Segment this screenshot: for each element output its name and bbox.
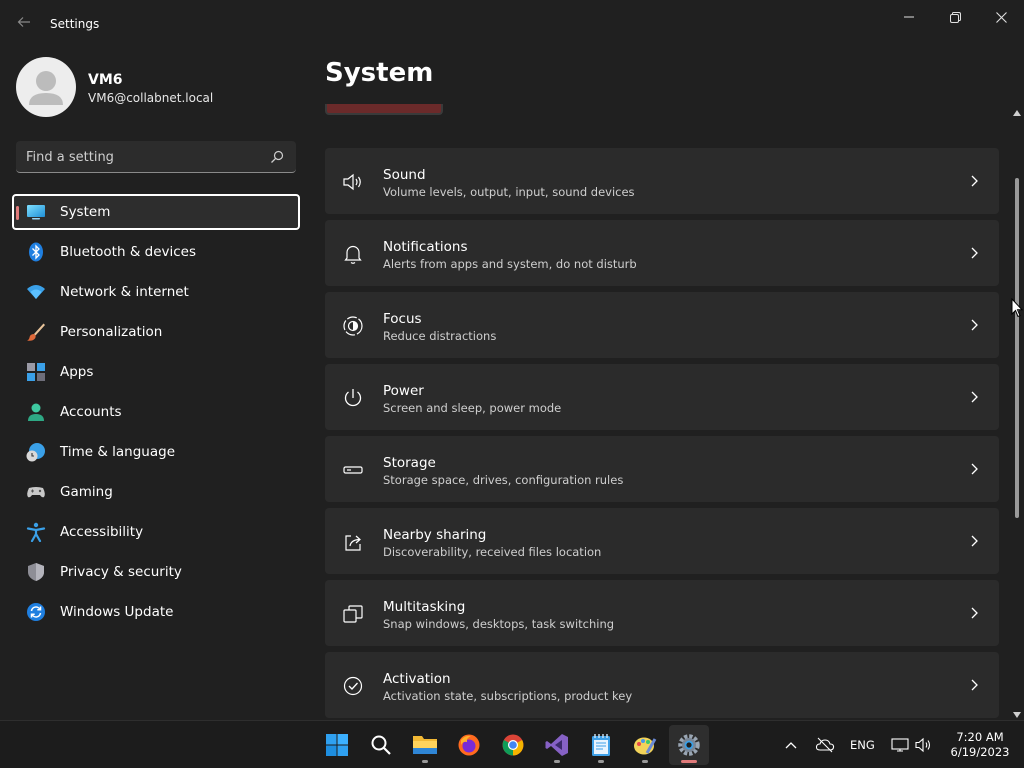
tray-onedrive[interactable] <box>815 721 835 768</box>
running-indicator <box>681 760 697 763</box>
taskbar: ENG 7:20 AM 6/19/2023 <box>0 720 1024 768</box>
start-icon <box>326 734 348 756</box>
title-bar: Settings <box>0 0 1024 48</box>
app-title: Settings <box>50 17 100 31</box>
settings-card-activation[interactable]: Activation Activation state, subscriptio… <box>325 652 999 718</box>
check-circle-icon <box>343 676 363 696</box>
tray-language[interactable]: ENG <box>850 721 875 768</box>
chevron-right-icon <box>971 319 978 331</box>
back-arrow-icon <box>17 17 30 27</box>
restore-icon <box>949 11 961 23</box>
taskbar-search-button[interactable] <box>361 725 401 765</box>
chevron-right-icon <box>971 535 978 547</box>
card-description: Reduce distractions <box>383 329 497 343</box>
clock-time: 7:20 AM <box>956 730 1004 744</box>
chevron-right-icon <box>971 247 978 259</box>
settings-card-storage[interactable]: Storage Storage space, drives, configura… <box>325 436 999 502</box>
card-title: Activation <box>383 671 451 687</box>
visual-studio-icon <box>545 734 568 756</box>
restore-button[interactable] <box>941 6 969 28</box>
clock-date: 6/19/2023 <box>950 745 1010 759</box>
tray-network[interactable] <box>891 721 909 768</box>
search-icon <box>371 735 391 755</box>
tray-overflow-button[interactable] <box>784 721 798 768</box>
network-icon <box>891 738 909 752</box>
speaker-icon <box>343 173 361 191</box>
scroll-up-arrow-icon[interactable] <box>1013 110 1021 116</box>
running-indicator <box>642 760 648 763</box>
multitask-icon <box>343 605 363 623</box>
person-placeholder-icon <box>29 71 63 105</box>
card-description: Alerts from apps and system, do not dist… <box>383 257 637 271</box>
card-description: Activation state, subscriptions, product… <box>383 689 633 703</box>
card-description: Snap windows, desktops, task switching <box>383 617 615 631</box>
settings-card-power[interactable]: Power Screen and sleep, power mode <box>325 364 999 430</box>
mouse-cursor-icon <box>1011 298 1023 318</box>
card-title: Storage <box>383 455 436 471</box>
paint-icon <box>634 737 657 755</box>
running-indicator <box>554 760 560 763</box>
taskbar-paint[interactable] <box>625 725 665 765</box>
running-indicator <box>598 760 604 763</box>
scroll-down-arrow-icon[interactable] <box>1013 712 1021 718</box>
card-description: Discoverability, received files location <box>383 545 602 559</box>
page-title: System <box>325 58 434 88</box>
taskbar-clock[interactable]: 7:20 AM 6/19/2023 <box>942 730 1018 760</box>
taskbar-chrome[interactable] <box>493 725 533 765</box>
close-button[interactable] <box>987 6 1015 28</box>
settings-card-focus[interactable]: Focus Reduce distractions <box>325 292 999 358</box>
storage-icon <box>343 466 363 474</box>
settings-card-nearby-sharing[interactable]: Nearby sharing Discoverability, received… <box>325 508 999 574</box>
share-icon <box>345 535 361 551</box>
taskbar-notepad[interactable] <box>581 725 621 765</box>
minimize-icon <box>904 16 914 18</box>
chevron-right-icon <box>971 607 978 619</box>
taskbar-visual-studio[interactable] <box>537 725 577 765</box>
content-scrollbar[interactable] <box>1010 110 1024 718</box>
tray-volume[interactable] <box>915 721 933 768</box>
cloud-offline-icon <box>815 737 835 753</box>
settings-list: Sound Volume levels, output, input, soun… <box>0 140 1010 720</box>
notepad-icon <box>592 734 610 756</box>
volume-icon <box>915 737 931 753</box>
back-button[interactable] <box>14 14 34 34</box>
taskbar-start-button[interactable] <box>317 725 357 765</box>
settings-card-notifications[interactable]: Notifications Alerts from apps and syste… <box>325 220 999 286</box>
card-description: Storage space, drives, configuration rul… <box>383 473 624 487</box>
card-title: Notifications <box>383 239 468 255</box>
card-description: Volume levels, output, input, sound devi… <box>383 185 635 199</box>
bell-icon <box>344 245 362 264</box>
chevron-right-icon <box>971 391 978 403</box>
display-preview-thumbnail <box>325 104 443 115</box>
settings-icon <box>678 734 700 756</box>
power-icon <box>344 389 362 407</box>
user-name: VM6 <box>88 72 123 88</box>
card-title: Focus <box>383 311 422 327</box>
card-title: Multitasking <box>383 599 466 615</box>
settings-card-sound[interactable]: Sound Volume levels, output, input, soun… <box>325 148 999 214</box>
taskbar-settings[interactable] <box>669 725 709 765</box>
minimize-button[interactable] <box>895 6 923 28</box>
user-email: VM6@collabnet.local <box>88 91 214 105</box>
chevron-right-icon <box>971 463 978 475</box>
chevron-up-icon <box>785 742 797 749</box>
avatar[interactable] <box>16 57 76 117</box>
taskbar-file-explorer[interactable] <box>405 725 445 765</box>
taskbar-firefox[interactable] <box>449 725 489 765</box>
chrome-icon <box>502 734 524 756</box>
running-indicator <box>422 760 428 763</box>
card-title: Nearby sharing <box>383 527 487 543</box>
card-title: Power <box>383 383 424 399</box>
settings-card-multitasking[interactable]: Multitasking Snap windows, desktops, tas… <box>325 580 999 646</box>
chevron-right-icon <box>971 175 978 187</box>
card-description: Screen and sleep, power mode <box>383 401 562 415</box>
firefox-icon <box>458 734 480 756</box>
file-explorer-icon <box>413 736 437 754</box>
chevron-right-icon <box>971 679 978 691</box>
scrollbar-thumb[interactable] <box>1015 178 1019 518</box>
focus-icon <box>343 316 363 336</box>
card-title: Sound <box>383 167 426 183</box>
close-icon <box>995 11 1007 23</box>
